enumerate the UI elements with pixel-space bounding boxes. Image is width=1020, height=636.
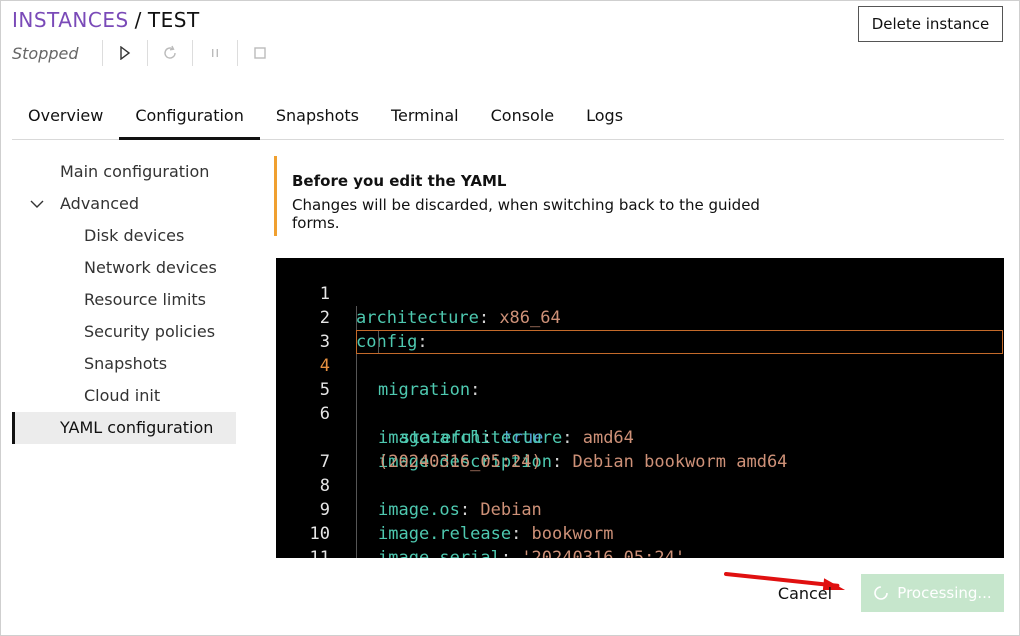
chevron-down-icon [30, 188, 44, 220]
editor-line: 5 image.architecture: amd64 [276, 354, 1004, 448]
stop-button[interactable] [237, 40, 282, 66]
tab-configuration[interactable]: Configuration [119, 96, 260, 140]
sidebar-item-main-configuration[interactable]: Main configuration [12, 156, 236, 188]
editor-line-wrapped: (20240316_05:24) [276, 402, 1004, 472]
restart-button[interactable] [147, 40, 192, 66]
sidebar-item-resource-limits[interactable]: Resource limits [12, 284, 236, 316]
processing-button[interactable]: Processing... [861, 574, 1004, 612]
config-sidebar: Main configuration Advanced Disk devices… [12, 156, 236, 444]
yaml-notice: Before you edit the YAML Changes will be… [274, 156, 794, 236]
editor-line: 12 volatile.base_image: [276, 546, 1004, 558]
status-text: Stopped [12, 43, 79, 63]
stop-icon [254, 47, 266, 59]
sidebar-item-security-policies[interactable]: Security policies [12, 316, 236, 348]
editor-line: 10 image.type: squashfs [276, 498, 1004, 544]
pause-button[interactable] [192, 40, 237, 66]
breadcrumb: INSTANCES / TEST [12, 8, 200, 32]
editor-line: 9 image.serial: '20240316_05:24' [276, 474, 1004, 558]
editor-line: 7 image.os: Debian [276, 426, 1004, 520]
editor-line-current: 4 stateful: true [276, 330, 1004, 448]
sidebar-item-network-devices[interactable]: Network devices [12, 252, 236, 284]
delete-instance-button[interactable]: Delete instance [858, 6, 1003, 42]
pause-icon [212, 49, 218, 57]
yaml-editor[interactable]: 1 architecture: x86_64 2 config: 3 migra… [276, 258, 1004, 558]
sidebar-item-advanced-label: Advanced [60, 194, 140, 213]
editor-line: 6 image.description: Debian bookworm amd… [276, 378, 1004, 472]
play-icon [120, 46, 131, 60]
sidebar-item-snapshots[interactable]: Snapshots [12, 348, 236, 380]
editor-line: 11 image.variant: default [276, 522, 1004, 558]
tab-bar: Overview Configuration Snapshots Termina… [12, 96, 1004, 140]
tab-console[interactable]: Console [475, 96, 571, 140]
editor-line: 8 image.release: bookworm [276, 450, 1004, 544]
tab-terminal[interactable]: Terminal [375, 96, 475, 140]
editor-line: 1 architecture: x86_64 [276, 258, 1004, 328]
processing-label: Processing... [897, 584, 992, 602]
editor-line: 2 config: [276, 282, 1004, 352]
start-button[interactable] [102, 40, 147, 66]
notice-title: Before you edit the YAML [292, 172, 507, 190]
tab-logs[interactable]: Logs [570, 96, 639, 140]
spinner-icon [874, 586, 889, 600]
tab-overview[interactable]: Overview [12, 96, 119, 140]
cancel-button[interactable]: Cancel [770, 578, 840, 608]
breadcrumb-current: TEST [147, 8, 200, 32]
restart-icon [164, 45, 176, 59]
sidebar-item-advanced[interactable]: Advanced [12, 188, 236, 220]
sidebar-item-yaml-configuration[interactable]: YAML configuration [12, 412, 236, 444]
breadcrumb-instances-link[interactable]: INSTANCES [12, 8, 129, 32]
sidebar-item-disk-devices[interactable]: Disk devices [12, 220, 236, 252]
sidebar-item-cloud-init[interactable]: Cloud init [12, 380, 236, 412]
tab-snapshots[interactable]: Snapshots [260, 96, 375, 140]
notice-body: Changes will be discarded, when switchin… [292, 196, 760, 232]
editor-line: 3 migration: [276, 306, 1004, 400]
breadcrumb-separator: / [134, 8, 142, 32]
instance-status-row: Stopped [12, 40, 282, 66]
